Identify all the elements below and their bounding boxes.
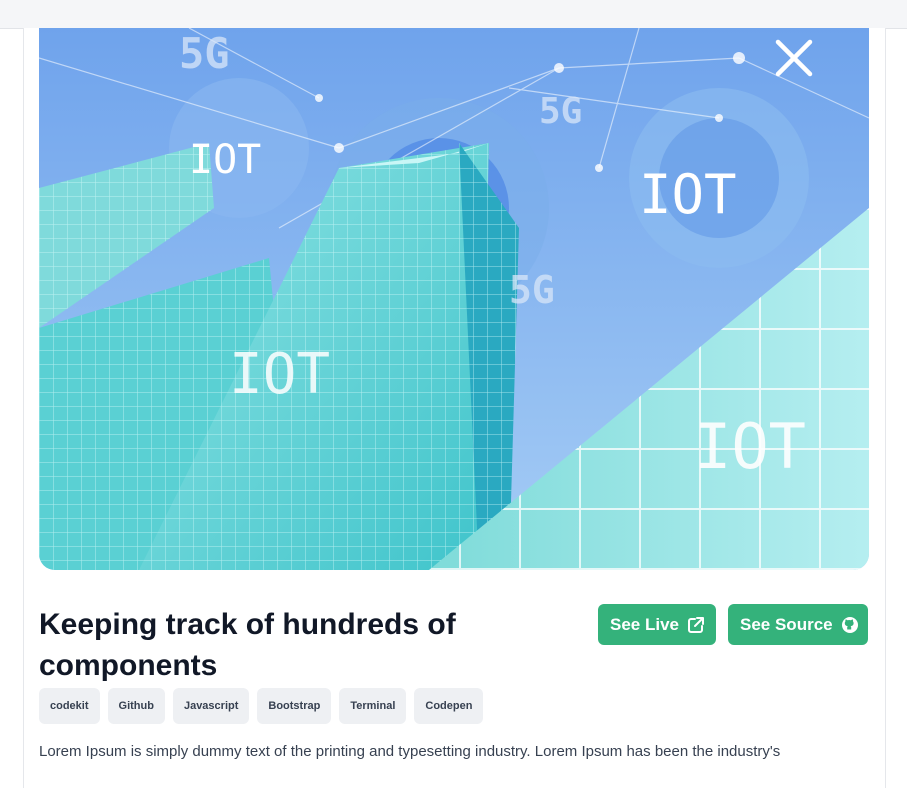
project-hero-image: 5G 5G 5G IOT IOT IOT IOT [39, 28, 869, 570]
hero-text-iot-3: IOT [229, 342, 330, 407]
github-icon [841, 616, 859, 634]
browser-top-bar [0, 0, 907, 29]
project-title: Keeping track of hundreds of components [39, 608, 456, 682]
tag-bootstrap[interactable]: Bootstrap [257, 688, 332, 724]
hero-text-5g-3: 5G [509, 268, 555, 312]
hero-text-iot-4: IOT [694, 410, 806, 483]
see-live-label: See Live [610, 614, 679, 634]
tag-github[interactable]: Github [107, 688, 165, 724]
hero-text-iot-2: IOT [639, 163, 737, 226]
hero-illustration: 5G 5G 5G IOT IOT IOT IOT [39, 28, 869, 570]
tag-list: codekit Github Javascript Bootstrap Term… [39, 688, 484, 724]
hero-text-5g-2: 5G [539, 91, 582, 132]
project-description: Lorem Ipsum is simply dummy text of the … [39, 743, 781, 760]
close-icon[interactable] [772, 36, 816, 80]
tag-codepen[interactable]: Codepen [414, 688, 484, 724]
tag-javascript[interactable]: Javascript [172, 688, 250, 724]
hero-text-5g-1: 5G [179, 29, 230, 78]
external-link-icon [687, 616, 705, 634]
hero-text-iot-1: IOT [189, 137, 261, 183]
tag-codekit[interactable]: codekit [39, 688, 100, 724]
see-source-button[interactable]: See Source [728, 604, 868, 645]
see-live-button[interactable]: See Live [598, 604, 716, 645]
see-source-label: See Source [740, 614, 833, 634]
tag-terminal[interactable]: Terminal [339, 688, 407, 724]
